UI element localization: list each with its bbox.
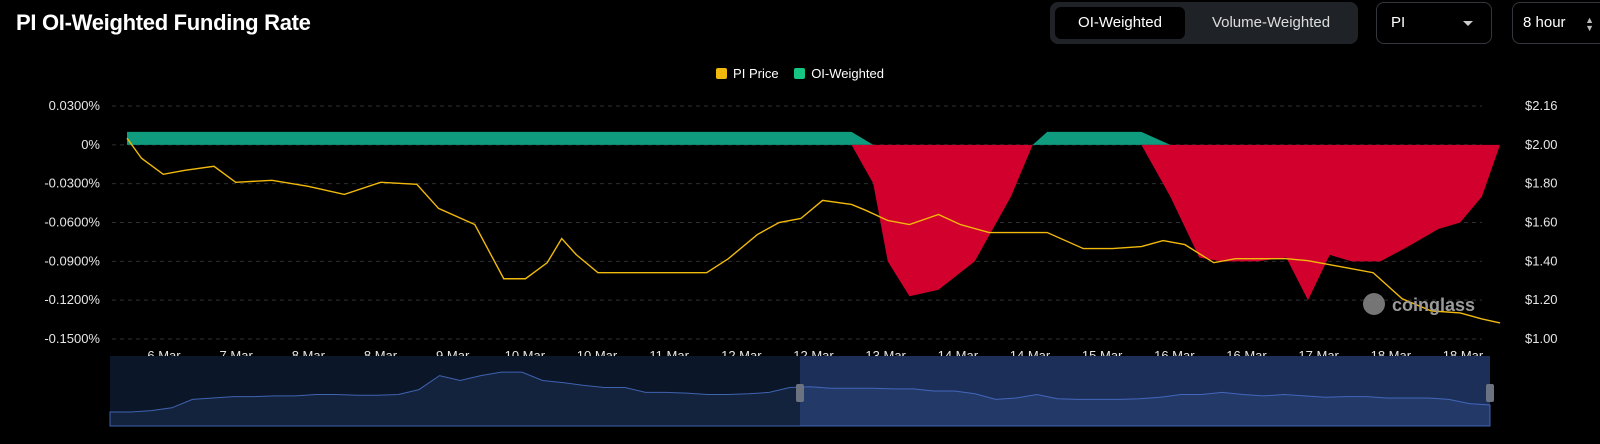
y-left-tick-label: -0.0900% [44,253,100,268]
watermark-text: coinglass [1392,295,1475,315]
y-right-tick-label: $1.40 [1525,253,1558,268]
y-right-tick-label: $1.20 [1525,292,1558,307]
range-slider-handle-left[interactable] [796,384,804,402]
y-right-tick-label: $1.00 [1525,331,1558,346]
y-right-tick-label: $1.60 [1525,215,1558,230]
y-right-tick-label: $1.80 [1525,176,1558,191]
oi-weighted-negative-area [127,144,1500,301]
y-left-tick-label: -0.1500% [44,331,100,346]
range-slider-selection[interactable] [800,356,1490,426]
y-right-tick-label: $2.00 [1525,137,1558,152]
oi-weighted-positive-area [127,131,1500,145]
y-left-tick-label: -0.0600% [44,215,100,230]
y-right-tick-label: $2.16 [1525,98,1558,113]
y-left-tick-label: 0% [81,137,100,152]
funding-rate-chart: 0.0300% 0% -0.0300% -0.0600% -0.0900% -0.1200… [44,98,1558,427]
y-left-tick-label: -0.0300% [44,176,100,191]
y-left-tick-label: 0.0300% [49,98,101,113]
y-left-tick-label: -0.1200% [44,292,100,307]
range-slider-handle-right[interactable] [1486,384,1494,402]
coinglass-logo-icon [1363,293,1385,315]
